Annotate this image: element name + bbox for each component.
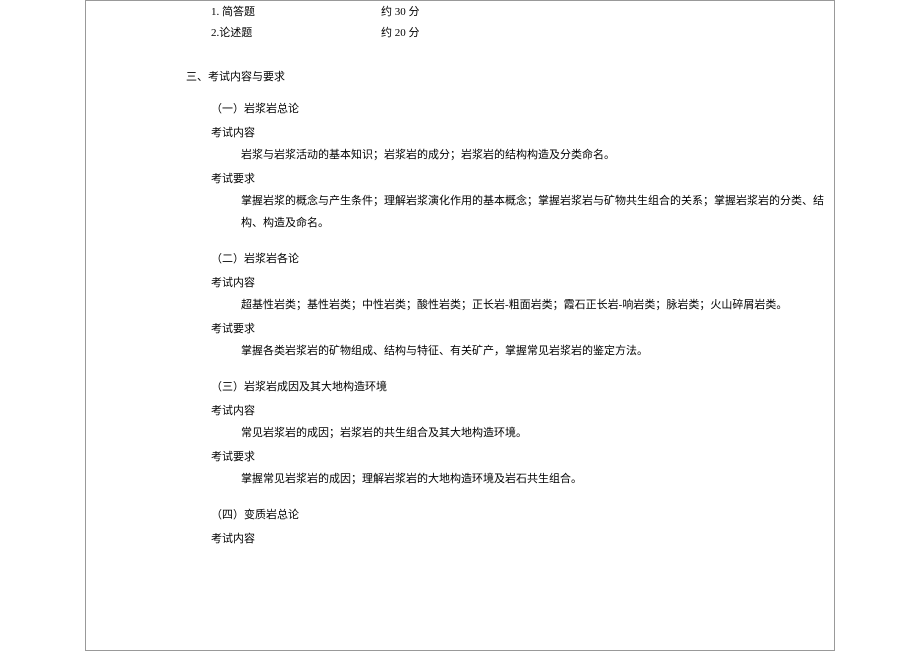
part3-content-label: 考试内容	[211, 400, 824, 422]
part3: （三）岩浆岩成因及其大地构造环境 考试内容 常见岩浆岩的成因；岩浆岩的共生组合及…	[211, 376, 824, 490]
part2: （二）岩浆岩各论 考试内容 超基性岩类；基性岩类；中性岩类；酸性岩类；正长岩-粗…	[211, 248, 824, 362]
document-content: 主观题约 50 分 1. 简答题 约 30 分 2.论述题 约 20 分 三、考…	[86, 0, 834, 550]
part2-req-label: 考试要求	[211, 318, 824, 340]
score-section: 主观题约 50 分 1. 简答题 约 30 分 2.论述题 约 20 分	[211, 0, 824, 44]
part1-content-label: 考试内容	[211, 122, 824, 144]
part2-req-text: 掌握各类岩浆岩的矿物组成、结构与特征、有关矿产，掌握常见岩浆岩的鉴定方法。	[241, 340, 824, 362]
part3-title: （三）岩浆岩成因及其大地构造环境	[211, 376, 824, 398]
part1-content-text: 岩浆与岩浆活动的基本知识；岩浆岩的成分；岩浆岩的结构构造及分类命名。	[241, 144, 824, 166]
part3-content-text: 常见岩浆岩的成因；岩浆岩的共生组合及其大地构造环境。	[241, 422, 824, 444]
part2-content-label: 考试内容	[211, 272, 824, 294]
score-item1-value: 约 30 分	[381, 2, 420, 23]
part3-req-text: 掌握常见岩浆岩的成因；理解岩浆岩的大地构造环境及岩石共生组合。	[241, 468, 824, 490]
page-frame: 主观题约 50 分 1. 简答题 约 30 分 2.论述题 约 20 分 三、考…	[85, 0, 835, 651]
part1-req-label: 考试要求	[211, 168, 824, 190]
part1: （一）岩浆岩总论 考试内容 岩浆与岩浆活动的基本知识；岩浆岩的成分；岩浆岩的结构…	[211, 98, 824, 234]
part2-content-text: 超基性岩类；基性岩类；中性岩类；酸性岩类；正长岩-粗面岩类；霞石正长岩-响岩类；…	[241, 294, 824, 316]
score-item2-label: 2.论述题	[211, 23, 381, 44]
score-row-2: 2.论述题 约 20 分	[211, 23, 824, 44]
part4: （四）变质岩总论 考试内容	[211, 504, 824, 550]
part4-content-label: 考试内容	[211, 528, 824, 550]
part3-req-label: 考试要求	[211, 446, 824, 468]
part1-req-text: 掌握岩浆的概念与产生条件；理解岩浆演化作用的基本概念；掌握岩浆岩与矿物共生组合的…	[241, 190, 824, 234]
score-item1-label: 1. 简答题	[211, 2, 381, 23]
part1-title: （一）岩浆岩总论	[211, 98, 824, 120]
part2-title: （二）岩浆岩各论	[211, 248, 824, 270]
part4-title: （四）变质岩总论	[211, 504, 824, 526]
section3-heading: 三、考试内容与要求	[186, 68, 824, 84]
score-row-1: 1. 简答题 约 30 分	[211, 2, 824, 23]
score-item2-value: 约 20 分	[381, 23, 420, 44]
